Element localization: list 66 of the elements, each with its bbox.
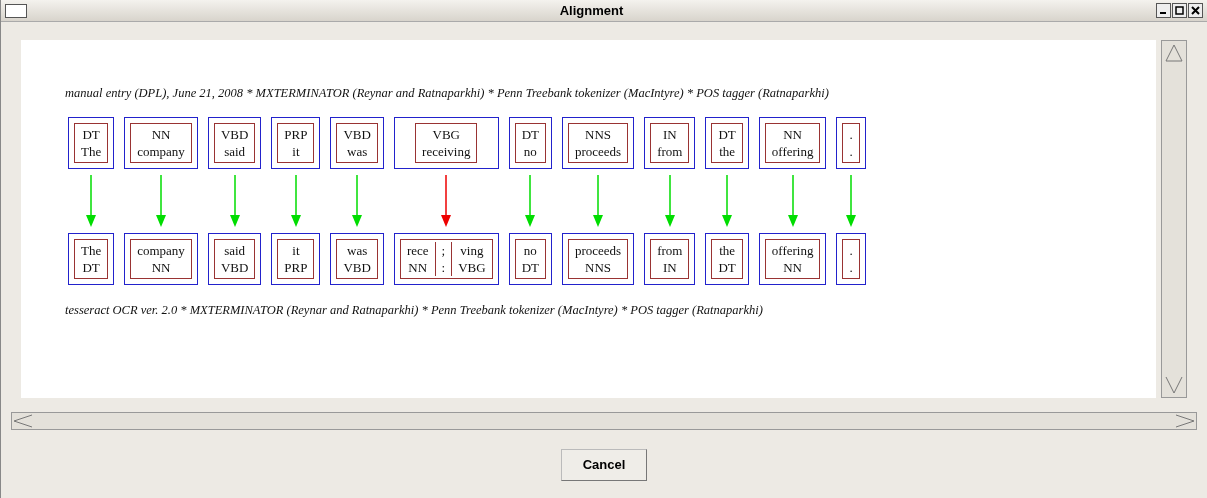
token-line: ving xyxy=(460,241,484,259)
window-title: Alignment xyxy=(558,1,625,20)
token-line: ; xyxy=(441,241,446,259)
token-line: proceeds xyxy=(575,142,622,160)
close-icon xyxy=(1191,6,1200,15)
window-icon xyxy=(5,3,27,18)
token-line: IN xyxy=(662,125,677,143)
token-line: no xyxy=(523,142,537,160)
token-line: VBD xyxy=(220,125,249,143)
token-line: PRP xyxy=(284,258,308,276)
token-line: . xyxy=(849,125,853,143)
token-line: VBD xyxy=(343,258,371,276)
token-line: DT xyxy=(718,258,736,276)
token-line: . xyxy=(849,241,853,259)
token-line: DT xyxy=(521,125,539,143)
token-line: it xyxy=(292,241,300,259)
token-line: offering xyxy=(771,241,814,259)
scroll-right-icon[interactable] xyxy=(1174,413,1196,429)
token-line: . xyxy=(849,142,853,160)
token-line: from xyxy=(657,142,683,160)
token-line: . xyxy=(849,258,853,276)
token-line: the xyxy=(719,241,736,259)
token-line: offering xyxy=(771,142,814,160)
token-line: company xyxy=(137,241,185,259)
token-line: IN xyxy=(662,258,677,276)
source-caption: manual entry (DPL), June 21, 2008 * MXTERMINATOR (Reynar and Ratnaparkhi) * Penn Treebank tokenizer (MacIntyre) * POS tagger (Ratnaparkhi) xyxy=(65,85,830,102)
token-line: DT xyxy=(521,258,539,276)
token-line: DT xyxy=(82,258,100,276)
token-line: DT xyxy=(718,125,736,143)
horizontal-scrollbar[interactable] xyxy=(11,412,1197,430)
token-line: said xyxy=(224,142,246,160)
token-line: VBD xyxy=(343,125,371,143)
token-line: proceeds xyxy=(575,241,622,259)
token-line: company xyxy=(137,142,185,160)
maximize-icon xyxy=(1175,6,1184,15)
token-line: NN xyxy=(408,258,428,276)
cancel-button[interactable]: Cancel xyxy=(561,449,647,481)
vertical-scrollbar[interactable] xyxy=(1161,40,1187,398)
token-line: VBD xyxy=(220,258,249,276)
token-line: NN xyxy=(151,258,171,276)
token-line: was xyxy=(347,142,368,160)
token-line: NN xyxy=(783,125,802,143)
token-line: NNS xyxy=(585,125,612,143)
token-line: VBG xyxy=(432,125,460,143)
token-line: rece xyxy=(406,241,429,259)
token-line: NN xyxy=(151,125,171,143)
token-line: from xyxy=(657,241,683,259)
token-line: said xyxy=(224,241,246,259)
minimize-button[interactable] xyxy=(1156,3,1171,18)
token-line: NN xyxy=(783,258,802,276)
token-line: the xyxy=(719,142,736,160)
token-line: VBG xyxy=(458,258,486,276)
token-line: no xyxy=(523,241,537,259)
token-line: The xyxy=(81,241,102,259)
token-line: was xyxy=(347,241,368,259)
token-line: The xyxy=(81,142,102,160)
token-line: NNS xyxy=(585,258,612,276)
close-button[interactable] xyxy=(1188,3,1203,18)
target-caption: tesseract OCR ver. 2.0 * MXTERMINATOR (Reynar and Ratnaparkhi) * Penn Treebank tokenizer (MacIntyre) * POS tagger (Ratnaparkhi) xyxy=(65,301,764,319)
maximize-button[interactable] xyxy=(1172,3,1187,18)
token-line: it xyxy=(292,142,300,160)
token-line: DT xyxy=(82,125,100,143)
token-line: receiving xyxy=(422,142,471,160)
token-line: PRP xyxy=(284,125,308,143)
scroll-left-icon[interactable] xyxy=(12,413,34,429)
token-line: : xyxy=(441,258,446,276)
